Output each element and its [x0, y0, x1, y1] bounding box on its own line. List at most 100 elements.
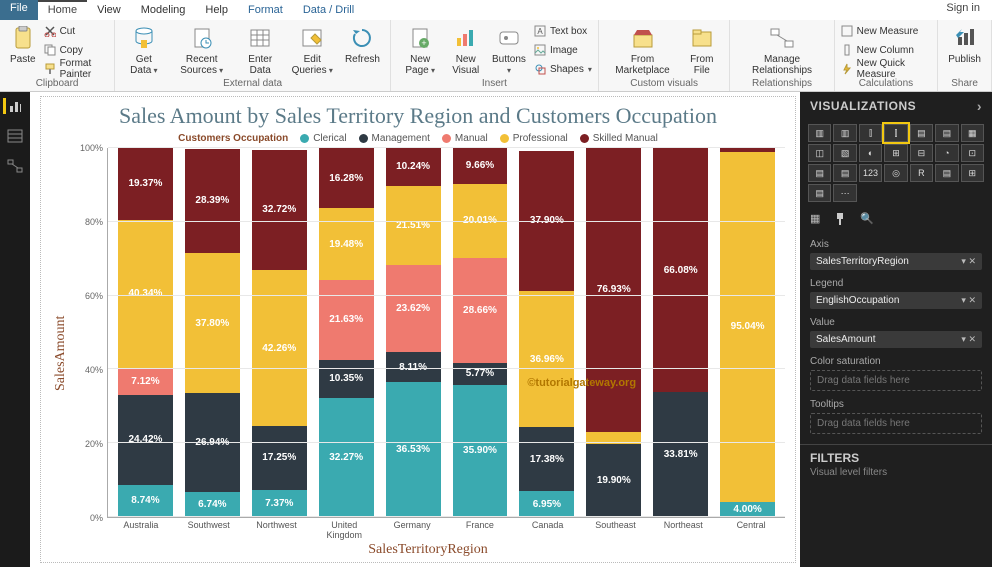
viz-type-1[interactable]: ▥: [833, 124, 856, 142]
viz-type-12[interactable]: ◔: [935, 144, 958, 162]
viz-type-22[interactable]: ⋯: [833, 184, 856, 202]
chart-legend: Customers Occupation Clerical Management…: [51, 133, 785, 144]
tooltips-label: Tooltips: [810, 399, 982, 410]
report-view-icon[interactable]: [3, 98, 21, 114]
buttons-button[interactable]: Buttons: [488, 22, 530, 78]
viz-type-5[interactable]: ▤: [935, 124, 958, 142]
viz-type-20[interactable]: ⊞: [961, 164, 984, 182]
bar-northwest[interactable]: 7.37%17.25%42.26%32.72%: [252, 148, 307, 517]
left-toolbar: [0, 92, 30, 567]
group-share: Share: [944, 78, 985, 91]
edit-queries-button[interactable]: Edit Queries: [284, 22, 341, 78]
report-canvas[interactable]: Sales Amount by Sales Territory Region a…: [30, 92, 800, 567]
svg-text:+: +: [422, 38, 427, 48]
analytics-tab-icon[interactable]: 🔍: [860, 212, 874, 229]
group-insert: Insert: [397, 78, 592, 91]
bar-united-kingdom[interactable]: 32.27%10.35%21.63%19.48%16.28%: [319, 148, 374, 517]
ribbon: Paste Cut Copy Format Painter Clipboard …: [0, 20, 992, 92]
get-data-button[interactable]: Get Data: [121, 22, 166, 78]
cut-button[interactable]: Cut: [44, 22, 109, 40]
legend-field-pill[interactable]: EnglishOccupation▾ ✕: [810, 292, 982, 309]
viz-type-18[interactable]: R: [910, 164, 933, 182]
fields-tab-icon[interactable]: ▦: [810, 212, 820, 229]
bar-central[interactable]: 4.00%95.04%: [720, 148, 775, 517]
viz-type-6[interactable]: ▦: [961, 124, 984, 142]
axis-field-pill[interactable]: SalesTerritoryRegion▾ ✕: [810, 253, 982, 270]
enter-data-button[interactable]: Enter Data: [237, 22, 284, 78]
new-quick-measure-button[interactable]: New Quick Measure: [841, 60, 932, 78]
shapes-button[interactable]: Shapes: [534, 60, 592, 78]
menu-view[interactable]: View: [87, 0, 131, 20]
viz-type-7[interactable]: ◫: [808, 144, 831, 162]
sign-in-link[interactable]: Sign in: [934, 0, 992, 20]
collapse-panel-icon[interactable]: ›: [977, 98, 982, 114]
refresh-button[interactable]: Refresh: [341, 22, 384, 67]
from-marketplace-button[interactable]: From Marketplace: [605, 22, 680, 78]
viz-type-16[interactable]: 123: [859, 164, 882, 182]
viz-type-4[interactable]: ▤: [910, 124, 933, 142]
watermark: ©tutorialgateway.org: [527, 377, 636, 389]
axis-well-label: Axis: [810, 239, 982, 250]
viz-type-14[interactable]: ▤: [808, 164, 831, 182]
group-calculations: Calculations: [841, 78, 932, 91]
x-axis-label: SalesTerritoryRegion: [71, 542, 785, 558]
filters-title: FILTERS: [800, 444, 992, 467]
format-tab-icon[interactable]: [834, 212, 846, 229]
manage-relationships-button[interactable]: Manage Relationships: [736, 22, 827, 78]
color-saturation-label: Color saturation: [810, 356, 982, 367]
viz-type-11[interactable]: ⊟: [910, 144, 933, 162]
svg-text:A: A: [537, 27, 543, 36]
viz-type-13[interactable]: ⊡: [961, 144, 984, 162]
viz-type-9[interactable]: ◐: [859, 144, 882, 162]
from-file-button[interactable]: From File: [680, 22, 723, 78]
bar-southwest[interactable]: 6.74%26.94%37.80%28.39%: [185, 148, 240, 517]
viz-type-0[interactable]: ▥: [808, 124, 831, 142]
viz-type-15[interactable]: ▤: [833, 164, 856, 182]
menu-home[interactable]: Home: [38, 0, 87, 20]
new-measure-button[interactable]: New Measure: [841, 22, 932, 40]
format-painter-button[interactable]: Format Painter: [44, 60, 109, 78]
tooltips-drop[interactable]: Drag data fields here: [810, 413, 982, 434]
copy-button[interactable]: Copy: [44, 41, 109, 59]
new-visual-button[interactable]: New Visual: [443, 22, 488, 78]
viz-type-3[interactable]: ⫿: [884, 124, 907, 142]
text-box-button[interactable]: AText box: [534, 22, 592, 40]
visualizations-title: VISUALIZATIONS: [810, 99, 916, 113]
bar-australia[interactable]: 8.74%24.42%7.12%40.34%19.37%: [118, 148, 173, 517]
viz-type-2[interactable]: ⫿: [859, 124, 882, 142]
image-button[interactable]: Image: [534, 41, 592, 59]
menu-format[interactable]: Format: [238, 0, 293, 20]
model-view-icon[interactable]: [6, 158, 24, 174]
color-saturation-drop[interactable]: Drag data fields here: [810, 370, 982, 391]
menu-modeling[interactable]: Modeling: [131, 0, 196, 20]
viz-type-21[interactable]: ▤: [808, 184, 831, 202]
group-clipboard: Clipboard: [6, 78, 108, 91]
menu-help[interactable]: Help: [195, 0, 238, 20]
plot-grid: 8.74%24.42%7.12%40.34%19.37%6.74%26.94%3…: [107, 148, 785, 518]
new-column-button[interactable]: New Column: [841, 41, 932, 59]
group-relationships: Relationships: [736, 78, 827, 91]
data-view-icon[interactable]: [6, 128, 24, 144]
chart-visual[interactable]: Sales Amount by Sales Territory Region a…: [40, 96, 796, 563]
bar-france[interactable]: 35.90%5.77%28.66%20.01%9.66%: [453, 148, 508, 517]
menu-file[interactable]: File: [0, 0, 38, 20]
bar-germany[interactable]: 36.53%8.11%23.62%21.51%10.24%: [386, 148, 441, 517]
viz-type-19[interactable]: ▤: [935, 164, 958, 182]
menu-datadrill[interactable]: Data / Drill: [293, 0, 364, 20]
bar-northeast[interactable]: 33.81%66.08%: [653, 148, 708, 517]
visualizations-panel: VISUALIZATIONS› ▥▥⫿⫿▤▤▦◫▧◐⊞⊟◔⊡▤▤123◎R▤⊞▤…: [800, 92, 992, 567]
viz-type-10[interactable]: ⊞: [884, 144, 907, 162]
paste-button[interactable]: Paste: [6, 22, 40, 67]
bar-southeast[interactable]: 19.90%76.93%: [586, 148, 641, 517]
value-field-pill[interactable]: SalesAmount▾ ✕: [810, 331, 982, 348]
viz-type-8[interactable]: ▧: [833, 144, 856, 162]
group-external-data: External data: [121, 78, 384, 91]
viz-type-17[interactable]: ◎: [884, 164, 907, 182]
bar-canada[interactable]: 6.95%17.38%36.96%37.90%: [519, 148, 574, 517]
publish-button[interactable]: Publish: [944, 22, 985, 67]
recent-sources-button[interactable]: Recent Sources: [167, 22, 237, 78]
y-axis-ticks: 0%20%40%60%80%100%: [71, 148, 107, 518]
new-page-button[interactable]: +New Page: [397, 22, 443, 78]
value-well-label: Value: [810, 317, 982, 328]
visualization-picker[interactable]: ▥▥⫿⫿▤▤▦◫▧◐⊞⊟◔⊡▤▤123◎R▤⊞▤⋯: [800, 120, 992, 206]
